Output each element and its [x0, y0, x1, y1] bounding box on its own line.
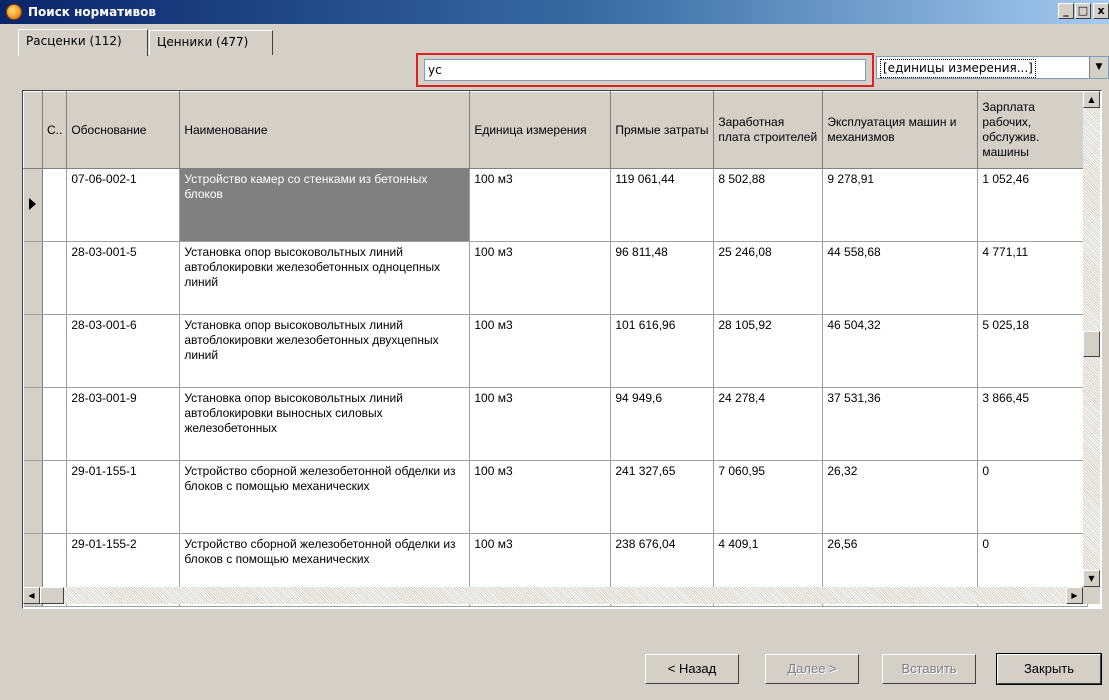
cell-name[interactable]: Устройство сборной железобетонной обделк…: [179, 460, 471, 534]
cell-c[interactable]: [42, 314, 68, 388]
cell-machine-wages[interactable]: 0: [977, 460, 1089, 534]
cell-unit[interactable]: 100 м3: [469, 314, 612, 388]
cell-machine-wages[interactable]: 1 052,46: [977, 168, 1089, 242]
cell-wages[interactable]: 25 246,08: [713, 241, 824, 315]
cell-direct-costs[interactable]: 119 061,44: [610, 168, 715, 242]
vertical-scroll-thumb[interactable]: [1083, 331, 1100, 357]
scroll-right-icon[interactable]: ▶: [1066, 587, 1083, 604]
column-header[interactable]: Единица измерения: [469, 91, 612, 169]
table-row[interactable]: 28-03-001-5 Установка опор высоковольтны…: [23, 241, 1089, 315]
cell-machines[interactable]: 37 531,36: [822, 387, 979, 461]
cell-wages[interactable]: 24 278,4: [713, 387, 824, 461]
cell-direct-costs[interactable]: 94 949,6: [610, 387, 715, 461]
horizontal-scroll-thumb[interactable]: [40, 587, 64, 604]
cell-name[interactable]: Установка опор высоковольтных линий авто…: [179, 241, 471, 315]
row-indicator: [23, 460, 43, 534]
column-header[interactable]: Заработная плата строителей: [713, 91, 824, 169]
norms-table: С.. Обоснование Наименование Единица изм…: [22, 90, 1102, 609]
cell-c[interactable]: [42, 460, 68, 534]
cell-c[interactable]: [42, 241, 68, 315]
close-window-button[interactable]: x: [1093, 3, 1109, 19]
cell-code[interactable]: 07-06-002-1: [66, 168, 181, 242]
next-button[interactable]: Далее >: [765, 654, 859, 684]
table-row[interactable]: 29-01-155-1 Устройство сборной железобет…: [23, 460, 1089, 534]
row-indicator: [23, 241, 43, 315]
minimize-button[interactable]: _: [1058, 3, 1074, 19]
search-norms-window: Поиск нормативов _ □ x Расценки (112) Це…: [0, 0, 1109, 700]
app-logo-icon: [6, 4, 22, 20]
scroll-up-icon[interactable]: ▲: [1083, 91, 1100, 108]
row-indicator: [23, 168, 43, 242]
table-header-row: С.. Обоснование Наименование Единица изм…: [23, 91, 1089, 169]
norms-grid: С.. Обоснование Наименование Единица изм…: [23, 91, 1089, 607]
cell-code[interactable]: 28-03-001-5: [66, 241, 181, 315]
column-header[interactable]: С..: [41, 91, 68, 169]
cell-wages[interactable]: 28 105,92: [713, 314, 824, 388]
column-header[interactable]: Наименование: [179, 91, 471, 169]
cell-machine-wages[interactable]: 3 866,45: [977, 387, 1089, 461]
scroll-down-icon[interactable]: ▼: [1083, 570, 1100, 587]
row-indicator: [23, 387, 43, 461]
cell-direct-costs[interactable]: 96 811,48: [610, 241, 715, 315]
maximize-button[interactable]: □: [1075, 3, 1091, 19]
table-row[interactable]: 07-06-002-1 Устройство камер со стенками…: [23, 168, 1089, 242]
row-indicator: [23, 314, 43, 388]
cell-name[interactable]: Установка опор высоковольтных линий авто…: [179, 314, 471, 388]
cell-c[interactable]: [42, 387, 68, 461]
cell-machines[interactable]: 46 504,32: [822, 314, 979, 388]
cell-wages[interactable]: 8 502,88: [713, 168, 824, 242]
cell-machines[interactable]: 9 278,91: [822, 168, 979, 242]
column-header[interactable]: Обоснование: [66, 91, 181, 169]
search-highlight-box: [416, 53, 874, 87]
cell-machines[interactable]: 26,32: [822, 460, 979, 534]
cell-direct-costs[interactable]: 241 327,65: [610, 460, 715, 534]
cell-machines[interactable]: 44 558,68: [822, 241, 979, 315]
tab-price-lists[interactable]: Ценники (477): [149, 30, 273, 55]
window-title: Поиск нормативов: [28, 5, 156, 19]
cell-code[interactable]: 28-03-001-6: [66, 314, 181, 388]
cell-unit[interactable]: 100 м3: [469, 241, 612, 315]
scrollbar-corner: [1083, 587, 1100, 604]
cell-machine-wages[interactable]: 4 771,11: [977, 241, 1089, 315]
cell-unit[interactable]: 100 м3: [469, 460, 612, 534]
row-pointer-icon: [28, 198, 36, 210]
close-button[interactable]: Закрыть: [996, 653, 1102, 685]
cell-machine-wages[interactable]: 5 025,18: [977, 314, 1089, 388]
cell-code[interactable]: 28-03-001-9: [66, 387, 181, 461]
cell-unit[interactable]: 100 м3: [469, 168, 612, 242]
column-header[interactable]: Эксплуатация машин и механизмов: [822, 91, 979, 169]
table-row[interactable]: 28-03-001-9 Установка опор высоковольтны…: [23, 387, 1089, 461]
back-button[interactable]: < Назад: [645, 654, 739, 684]
cell-c[interactable]: [42, 168, 68, 242]
column-header[interactable]: Зарплата рабочих, обслужив. машины: [977, 91, 1089, 169]
table-row[interactable]: 28-03-001-6 Установка опор высоковольтны…: [23, 314, 1089, 388]
search-input[interactable]: [424, 59, 866, 81]
tab-rates[interactable]: Расценки (112): [18, 29, 148, 56]
units-filter-select[interactable]: [единицы измерения...] ▼: [876, 56, 1109, 79]
cell-name[interactable]: Установка опор высоковольтных линий авто…: [179, 387, 471, 461]
cell-unit[interactable]: 100 м3: [469, 387, 612, 461]
column-header[interactable]: Прямые затраты: [610, 91, 715, 169]
indicator-header: [23, 91, 43, 169]
horizontal-scrollbar[interactable]: ◀ ▶: [23, 587, 1100, 604]
units-filter-value: [единицы измерения...]: [880, 59, 1036, 78]
cell-direct-costs[interactable]: 101 616,96: [610, 314, 715, 388]
chevron-down-icon[interactable]: ▼: [1089, 57, 1108, 78]
cell-code[interactable]: 29-01-155-1: [66, 460, 181, 534]
scroll-left-icon[interactable]: ◀: [23, 587, 40, 604]
insert-button[interactable]: Вставить: [882, 654, 976, 684]
title-bar[interactable]: Поиск нормативов _ □ x: [0, 0, 1109, 24]
cell-name[interactable]: Устройство камер со стенками из бетонных…: [179, 168, 471, 242]
vertical-scrollbar[interactable]: ▲ ▼: [1083, 91, 1100, 587]
cell-wages[interactable]: 7 060,95: [713, 460, 824, 534]
